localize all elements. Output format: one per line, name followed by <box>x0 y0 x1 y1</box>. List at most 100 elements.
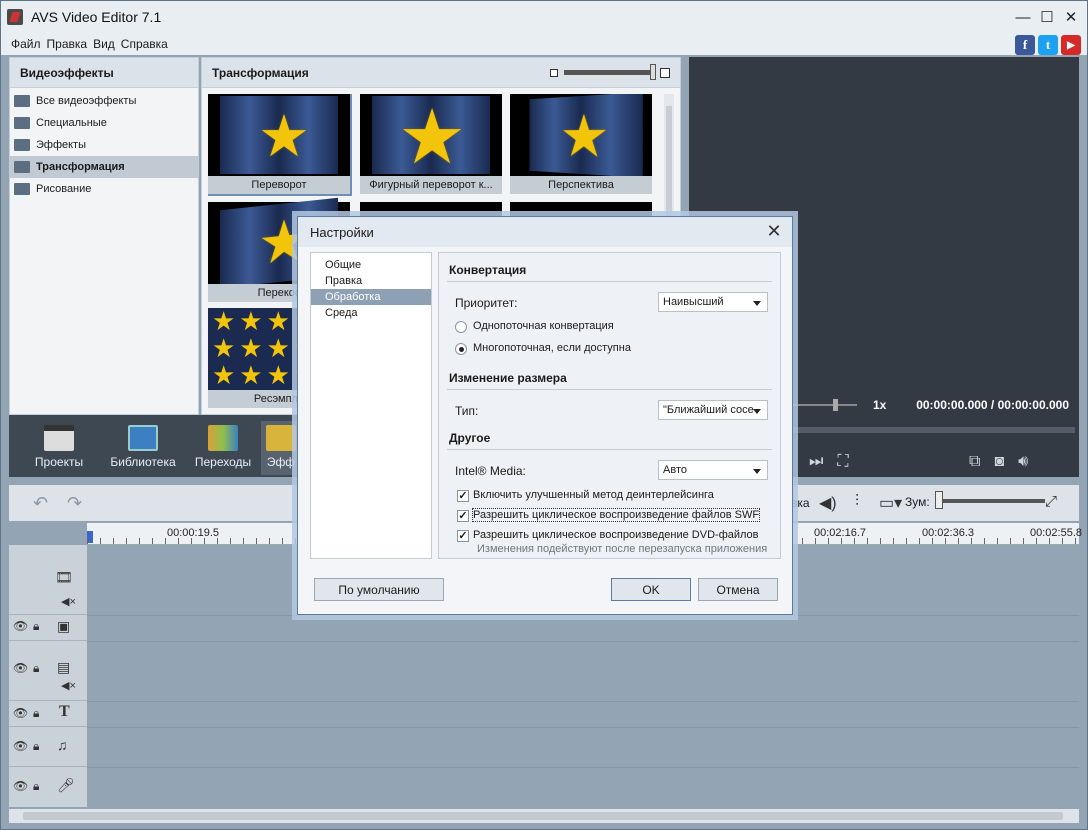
category-effects[interactable]: Эффекты <box>10 134 198 156</box>
timeline-scrollbar[interactable] <box>9 809 1079 823</box>
slider-thumb[interactable] <box>650 64 656 80</box>
projects-button[interactable]: Проекты <box>19 421 99 475</box>
lock-icon[interactable]: 🔒︎ <box>33 779 39 794</box>
eye-icon[interactable]: 👁︎ <box>13 739 28 753</box>
nav-environment[interactable]: Среда <box>311 305 431 321</box>
settings-content: Конвертация Приоритет: Наивысший Однопот… <box>438 252 781 559</box>
effects-button[interactable]: Эфф <box>261 421 301 475</box>
swf-loop-label[interactable]: Разрешить циклическое воспроизведение фа… <box>471 508 761 522</box>
menu-view[interactable]: Вид <box>93 37 115 51</box>
nav-general[interactable]: Общие <box>311 257 431 273</box>
star-icon: ★ <box>398 95 467 180</box>
lock-icon[interactable]: 🔒︎ <box>33 661 39 676</box>
text-track-header: 👁︎ 🔒︎ T <box>9 701 87 727</box>
deinterlace-label[interactable]: Включить улучшенный метод деинтерлейсинг… <box>473 489 714 501</box>
resize-type-dropdown[interactable]: "Ближайший сосе <box>658 400 768 420</box>
nav-processing[interactable]: Обработка <box>311 289 431 305</box>
audio-icon[interactable]: ◀) <box>819 493 837 513</box>
app-logo-icon <box>7 9 23 25</box>
twitter-icon[interactable]: t <box>1038 35 1058 55</box>
close-button[interactable]: ✕ <box>1061 7 1081 27</box>
facebook-icon[interactable]: f <box>1015 35 1035 55</box>
settings-dialog: Настройки ✕ Общие Правка Обработка Среда… <box>297 216 793 615</box>
intel-media-label: Intel® Media: <box>455 464 526 478</box>
single-thread-label[interactable]: Однопоточная конвертация <box>473 320 614 332</box>
minimize-button[interactable]: — <box>1013 7 1033 27</box>
redo-icon[interactable]: ↷ <box>67 493 82 514</box>
effects-track-header: 👁︎ 🔒︎ ▣ <box>9 615 87 641</box>
folder-icon <box>14 139 30 151</box>
category-transform[interactable]: Трансформация <box>10 156 198 178</box>
maximize-button[interactable]: ☐ <box>1037 7 1057 27</box>
multi-thread-label[interactable]: Многопоточная, если доступна <box>473 342 631 354</box>
eye-icon[interactable]: 👁︎ <box>13 706 28 720</box>
swf-loop-checkbox[interactable]: ✓ <box>457 510 469 522</box>
dialog-close-icon[interactable]: ✕ <box>764 221 784 241</box>
folder-icon <box>14 95 30 107</box>
menu-edit[interactable]: Правка <box>47 37 88 51</box>
fit-icon[interactable]: ⤢ <box>1045 493 1057 510</box>
default-button[interactable]: По умолчанию <box>314 578 444 601</box>
youtube-icon[interactable]: ▶ <box>1061 35 1081 55</box>
film-icon <box>128 425 158 451</box>
eye-icon[interactable]: 👁︎ <box>13 779 28 793</box>
mute-icon[interactable]: ◀× <box>61 679 76 692</box>
deinterlace-checkbox[interactable]: ✓ <box>457 490 469 502</box>
dvd-loop-label[interactable]: Разрешить циклическое воспроизведение DV… <box>473 529 759 541</box>
category-label: Все видеоэффекты <box>36 95 137 107</box>
large-size-icon <box>660 67 670 78</box>
effect-label: Перспектива <box>510 176 652 194</box>
lock-icon[interactable]: 🔒︎ <box>33 619 39 634</box>
chevron-down-icon <box>753 301 761 306</box>
dialog-title-bar: Настройки <box>298 217 792 247</box>
star-icon: ★ <box>559 102 610 171</box>
next-frame-icon[interactable]: ⏭ <box>809 453 823 471</box>
library-button[interactable]: Библиотека <box>103 421 183 475</box>
film-icon: 🎞︎ <box>55 569 73 585</box>
category-special[interactable]: Специальные <box>10 112 198 134</box>
single-thread-radio[interactable] <box>455 321 467 333</box>
mixer-icon[interactable]: ⫶ <box>855 493 859 511</box>
effects-panel-title: Трансформация <box>212 65 309 80</box>
effect-track-icon: ▣ <box>57 618 71 634</box>
eye-icon[interactable]: 👁︎ <box>13 619 28 633</box>
nav-edit[interactable]: Правка <box>311 273 431 289</box>
transitions-button[interactable]: Переходы <box>183 421 263 475</box>
playback-speed[interactable]: 1x <box>873 398 886 412</box>
conversion-heading: Конвертация <box>449 263 527 277</box>
cancel-button[interactable]: Отмена <box>698 578 778 601</box>
eye-icon[interactable]: 👁︎ <box>13 661 28 675</box>
folder-icon <box>14 183 30 195</box>
snapshot-icon[interactable]: ⧉ <box>969 453 980 471</box>
fullscreen-icon[interactable]: ⛶ <box>837 453 848 471</box>
menu-file[interactable]: Файл <box>11 37 41 51</box>
category-all[interactable]: Все видеоэффекты <box>10 90 198 112</box>
zoom-thumb[interactable] <box>935 491 943 509</box>
multi-thread-radio[interactable] <box>455 343 467 355</box>
effect-thumbnail[interactable]: ★ Переворот <box>208 94 352 196</box>
undo-icon[interactable]: ↶ <box>33 493 48 514</box>
zoom-slider[interactable] <box>939 499 1045 503</box>
priority-dropdown[interactable]: Наивысший <box>658 292 768 312</box>
ok-button[interactable]: OK <box>611 578 691 601</box>
camera-icon[interactable]: ◙ <box>994 453 1004 471</box>
effect-thumbnail[interactable]: ★ Фигурный переворот к... <box>360 94 502 194</box>
lock-icon[interactable]: 🔒︎ <box>33 706 39 721</box>
category-label: Специальные <box>36 117 107 129</box>
lock-icon[interactable]: 🔒︎ <box>33 739 39 754</box>
settings-nav: Общие Правка Обработка Среда <box>310 252 432 559</box>
text-icon: T <box>59 703 70 720</box>
mute-icon[interactable]: ◀× <box>61 595 76 608</box>
intel-media-dropdown[interactable]: Авто <box>658 460 768 480</box>
volume-slider[interactable] <box>793 399 857 411</box>
dvd-loop-checkbox[interactable]: ✓ <box>457 530 469 542</box>
clapperboard-icon <box>44 425 74 451</box>
menu-help[interactable]: Справка <box>121 37 168 51</box>
category-drawing[interactable]: Рисование <box>10 178 198 200</box>
monitor-icon[interactable]: ▭▾ <box>879 493 902 513</box>
effect-thumbnail[interactable]: ★ Перспектива <box>510 94 652 194</box>
thumbnail-size-slider[interactable] <box>550 64 670 80</box>
volume-icon[interactable]: 🔊︎ <box>1018 453 1028 471</box>
type-label: Тип: <box>455 404 479 418</box>
preview-seek-bar[interactable] <box>793 427 1075 433</box>
